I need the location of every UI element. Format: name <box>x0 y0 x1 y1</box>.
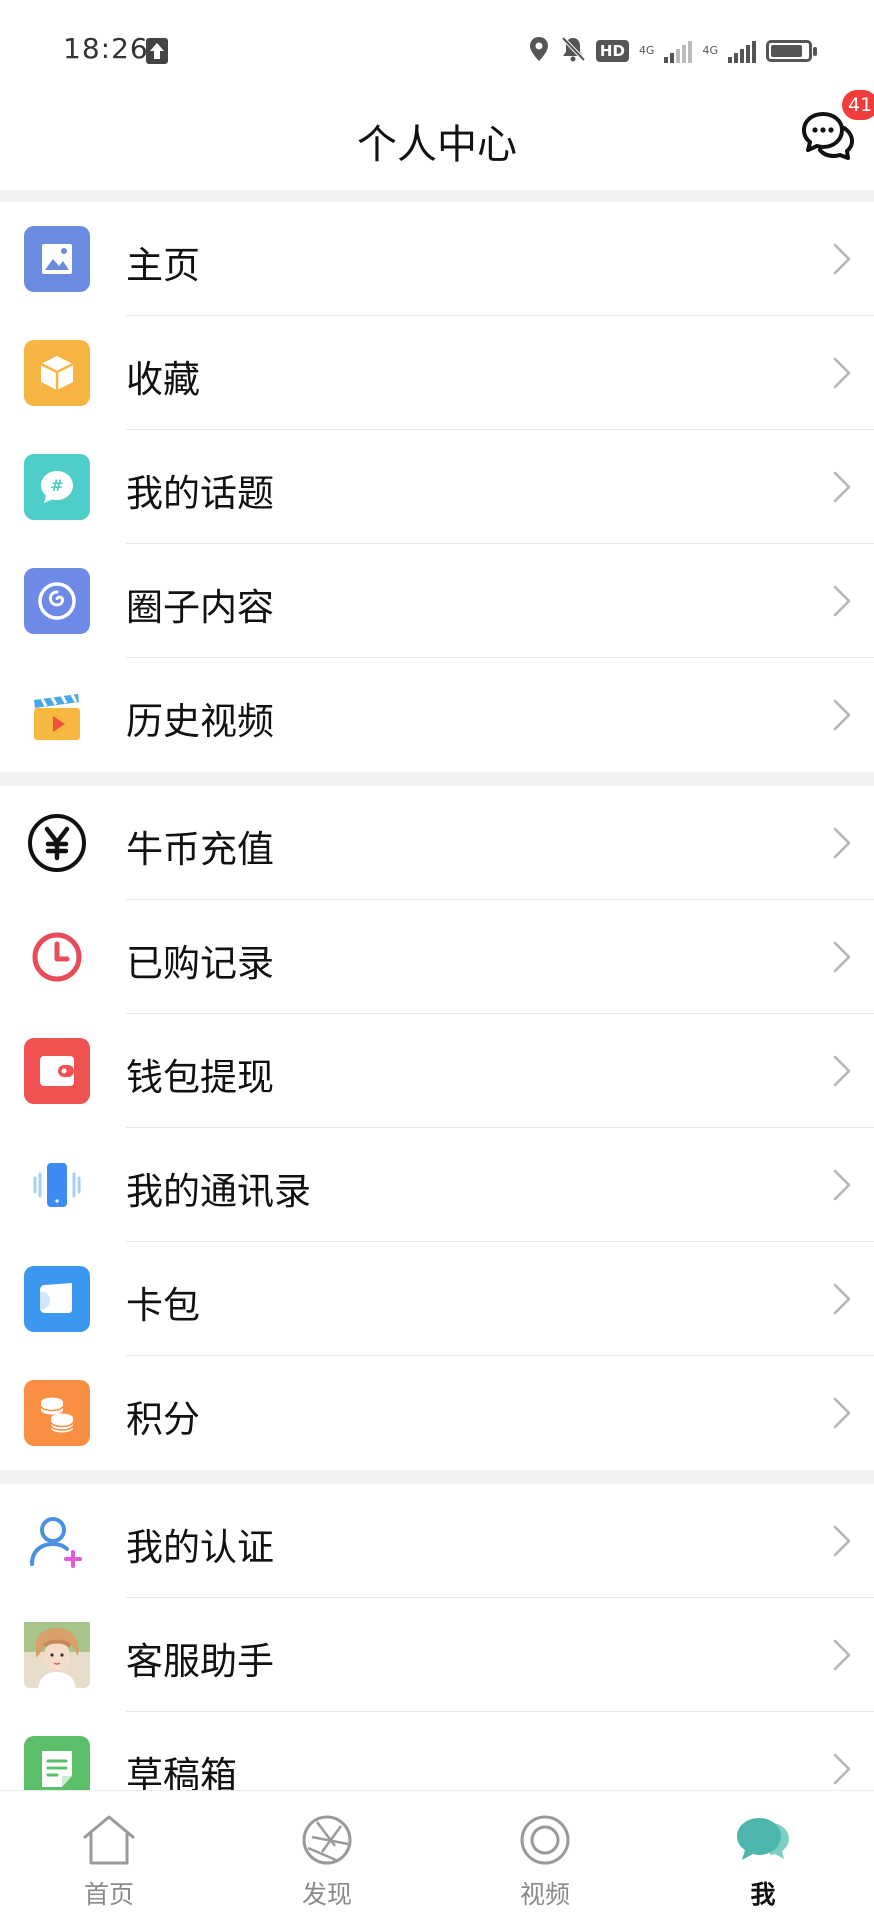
menu-item-clock[interactable]: 已购记录 <box>0 900 874 1014</box>
menu-item-box[interactable]: 收藏 <box>0 316 874 430</box>
avatar-photo-icon <box>24 1622 90 1688</box>
aperture-icon <box>302 1815 352 1865</box>
image-icon <box>24 226 90 292</box>
upload-icon <box>146 38 168 64</box>
header: 个人中心 <box>0 100 874 190</box>
screen: 18:26 HD 4G 4G 个人中心 41 主页收藏 # 我的话题 圈子内容 … <box>0 0 874 1920</box>
menu-item-avatar-photo[interactable]: 客服助手 <box>0 1598 874 1712</box>
menu-item-label: 已购记录 <box>126 942 274 985</box>
section-divider <box>0 772 874 786</box>
tab-label-home: 首页 <box>83 1880 134 1909</box>
chevron-right-icon <box>832 1282 852 1316</box>
section-divider <box>0 190 874 202</box>
card-icon <box>24 1266 90 1332</box>
coins-icon <box>24 1380 90 1446</box>
phone-vibrate-icon <box>24 1152 90 1218</box>
section-divider <box>0 1470 874 1484</box>
chevron-right-icon <box>832 1054 852 1088</box>
mute-icon <box>560 35 586 67</box>
location-icon <box>528 35 550 67</box>
chevron-right-icon <box>832 1638 852 1672</box>
box-icon <box>24 340 90 406</box>
video-circle-icon <box>520 1815 570 1865</box>
menu-item-phone-vibrate[interactable]: 我的通讯录 <box>0 1128 874 1242</box>
svg-text:#: # <box>50 476 63 495</box>
chevron-right-icon <box>832 1168 852 1202</box>
menu-item-label: 我的通讯录 <box>126 1170 311 1213</box>
status-icons: HD 4G 4G <box>528 34 817 68</box>
menu-item-label: 我的认证 <box>126 1526 274 1569</box>
tab-label-discover: 发现 <box>301 1880 352 1909</box>
chevron-right-icon <box>832 1524 852 1558</box>
menu-item-label: 牛币充值 <box>126 828 274 871</box>
menu-item-user-add[interactable]: 我的认证 <box>0 1484 874 1598</box>
menu-list: 主页 收藏 # 我的话题 圈子内容 历史视频 牛币充值 已购记录 钱包提现 我的通讯录 卡包 积分 我的… <box>0 190 874 1826</box>
hd-icon: HD <box>595 40 629 62</box>
chevron-right-icon <box>832 940 852 974</box>
tab-label-me: 我 <box>750 1880 776 1909</box>
hashtag-chat-icon: # <box>24 454 90 520</box>
chevron-right-icon <box>832 698 852 732</box>
menu-item-wallet[interactable]: 钱包提现 <box>0 1014 874 1128</box>
tab-home[interactable]: 首页 <box>0 1791 218 1920</box>
page-title: 个人中心 <box>357 122 517 168</box>
menu-item-label: 客服助手 <box>126 1640 274 1683</box>
signal-icon <box>664 39 693 63</box>
chevron-right-icon <box>832 470 852 504</box>
menu-item-label: 我的话题 <box>126 472 274 515</box>
chevron-right-icon <box>832 1752 852 1786</box>
menu-item-image[interactable]: 主页 <box>0 202 874 316</box>
clapperboard-icon <box>24 682 90 748</box>
chevron-right-icon <box>832 356 852 390</box>
tab-bar: 首页 发现 视频 我 <box>0 1790 874 1920</box>
menu-item-label: 圈子内容 <box>126 586 274 629</box>
menu-item-label: 主页 <box>126 244 200 287</box>
circle-swirl-icon <box>24 568 90 634</box>
battery-level <box>771 45 802 57</box>
chevron-right-icon <box>832 584 852 618</box>
menu-item-coins[interactable]: 积分 <box>0 1356 874 1470</box>
tab-discover[interactable]: 发现 <box>218 1791 436 1920</box>
menu-item-hashtag-chat[interactable]: # 我的话题 <box>0 430 874 544</box>
chevron-right-icon <box>832 242 852 276</box>
chevron-right-icon <box>832 826 852 860</box>
yuan-coin-icon <box>24 810 90 876</box>
user-add-icon <box>24 1508 90 1574</box>
menu-item-label: 历史视频 <box>126 700 274 743</box>
menu-item-label: 积分 <box>126 1398 200 1441</box>
menu-item-label: 钱包提现 <box>126 1056 274 1099</box>
menu-item-yuan-coin[interactable]: 牛币充值 <box>0 786 874 900</box>
tab-video[interactable]: 视频 <box>436 1791 654 1920</box>
network-type-1: 4G <box>638 44 655 57</box>
menu-item-circle-swirl[interactable]: 圈子内容 <box>0 544 874 658</box>
signal-icon <box>728 39 756 63</box>
menu-item-clapperboard[interactable]: 历史视频 <box>0 658 874 772</box>
menu-item-card[interactable]: 卡包 <box>0 1242 874 1356</box>
menu-item-label: 卡包 <box>126 1284 200 1327</box>
wallet-icon <box>24 1038 90 1104</box>
menu-item-label: 收藏 <box>126 358 200 401</box>
status-bar: 18:26 HD 4G 4G <box>0 0 874 100</box>
status-time: 18:26 <box>63 32 149 65</box>
clock-icon <box>24 924 90 990</box>
tab-me[interactable]: 我 <box>654 1791 872 1920</box>
tab-label-video: 视频 <box>519 1880 570 1909</box>
message-count-badge: 41 <box>842 90 874 120</box>
battery-icon <box>766 40 817 62</box>
home-icon <box>83 1815 135 1865</box>
chat-bubbles-icon <box>737 1818 789 1860</box>
chevron-right-icon <box>832 1396 852 1430</box>
network-type-2: 4G <box>702 44 718 57</box>
